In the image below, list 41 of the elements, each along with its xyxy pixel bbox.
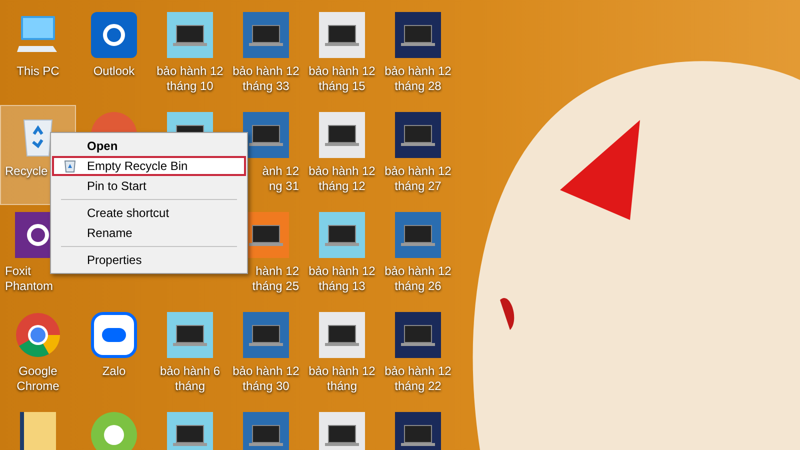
icon-label: bảo hành 12	[232, 364, 300, 379]
icon-label: tháng 33	[242, 79, 290, 94]
icon-label: hành 12	[256, 264, 299, 279]
icon-label: Zalo	[102, 364, 126, 379]
menu-item[interactable]: Rename	[52, 223, 246, 243]
icon-label: Outlook	[93, 64, 135, 79]
icon-label: ành 12	[262, 164, 299, 179]
icon-label: bảo hành 12	[156, 64, 224, 79]
icon-label: tháng 12	[318, 179, 366, 194]
icon-label: tháng 15	[318, 79, 366, 94]
icon-label: bảo hành 12	[384, 164, 452, 179]
icon-label: bảo hành 12	[308, 264, 376, 279]
icon-label: tháng 13	[318, 279, 366, 294]
icon-label: Google	[18, 364, 58, 379]
icon-label: tháng 26	[394, 279, 442, 294]
icon-label: bảo hành 6	[160, 364, 220, 379]
icon-label: bảo hành 12	[232, 64, 300, 79]
icon-label: tháng 28	[394, 79, 442, 94]
icon-label: Recycle	[5, 164, 48, 179]
menu-item[interactable]: Empty Recycle Bin	[52, 156, 246, 176]
icon-label: tháng 30	[242, 379, 290, 394]
icon-label: This PC	[16, 64, 60, 79]
icon-label: tháng	[174, 379, 206, 394]
icon-label: bảo hành 12	[308, 164, 376, 179]
icon-label: tháng 27	[394, 179, 442, 194]
icon-label: Foxit	[5, 264, 32, 279]
icon-label: Chrome	[16, 379, 60, 394]
icon-label: ng 31	[268, 179, 299, 194]
icon-label: bảo hành 12	[384, 264, 452, 279]
icon-label: bảo hành 12	[384, 64, 452, 79]
icon-label: bảo hành 12	[308, 64, 376, 79]
icon-label: tháng 25	[252, 279, 299, 294]
icon-label: bảo hành 12	[308, 364, 376, 379]
menu-item[interactable]: Create shortcut	[52, 203, 246, 223]
icon-label: Phantom	[5, 279, 54, 294]
recycle-bin-icon	[64, 160, 76, 173]
icon-label: tháng	[326, 379, 358, 394]
menu-item[interactable]: Properties	[52, 250, 246, 270]
icon-label: tháng 22	[394, 379, 442, 394]
icon-label: tháng 10	[166, 79, 214, 94]
icon-label: bảo hành 12	[384, 364, 452, 379]
